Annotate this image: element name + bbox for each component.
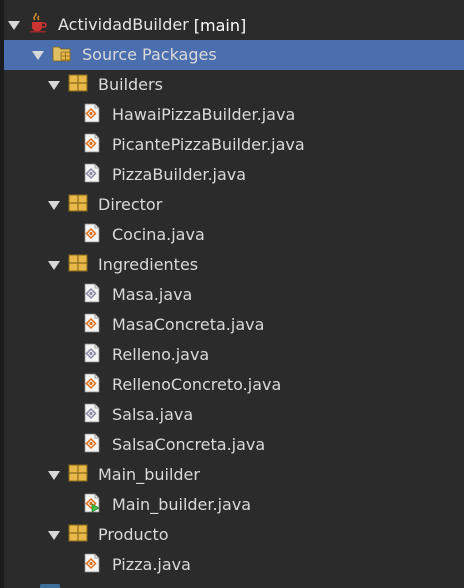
file-label: Relleno.java bbox=[112, 345, 210, 364]
package-node[interactable]: Director bbox=[4, 190, 464, 220]
file-node[interactable]: Relleno.java bbox=[4, 340, 464, 370]
panel-top-edge bbox=[4, 0, 464, 10]
java-interface-icon bbox=[82, 403, 102, 427]
file-label: Pizza.java bbox=[112, 555, 191, 574]
package-icon bbox=[68, 193, 88, 217]
package-label: Builders bbox=[98, 75, 163, 94]
java-class-icon bbox=[82, 133, 102, 157]
file-label: SalsaConcreta.java bbox=[112, 435, 266, 454]
file-node[interactable]: HawaiPizzaBuilder.java bbox=[4, 100, 464, 130]
file-label: PizzaBuilder.java bbox=[112, 165, 247, 184]
package-node[interactable]: Main_builder bbox=[4, 460, 464, 490]
java-interface-icon bbox=[82, 283, 102, 307]
package-node[interactable]: Builders bbox=[4, 70, 464, 100]
file-label: Main_builder.java bbox=[112, 495, 252, 514]
package-label: Director bbox=[98, 195, 163, 214]
expand-toggle-icon[interactable] bbox=[48, 260, 60, 270]
expand-toggle-icon[interactable] bbox=[48, 80, 60, 90]
project-name: ActividadBuilder bbox=[58, 15, 189, 34]
file-label: MasaConcreta.java bbox=[112, 315, 265, 334]
file-label: HawaiPizzaBuilder.java bbox=[112, 105, 296, 124]
java-interface-icon bbox=[82, 163, 102, 187]
expand-toggle-icon[interactable] bbox=[48, 470, 60, 480]
file-label: Cocina.java bbox=[112, 225, 205, 244]
java-class-icon bbox=[82, 553, 102, 577]
file-node[interactable]: PicantePizzaBuilder.java bbox=[4, 130, 464, 160]
project-node[interactable]: ActividadBuilder [main] bbox=[4, 10, 464, 40]
java-class-icon bbox=[82, 433, 102, 457]
package-icon bbox=[68, 523, 88, 547]
expand-toggle-icon[interactable] bbox=[8, 20, 20, 30]
java-class-icon bbox=[82, 313, 102, 337]
package-icon bbox=[68, 253, 88, 277]
file-node[interactable]: Main_builder.java bbox=[4, 490, 464, 520]
file-node[interactable]: RellenoConcreto.java bbox=[4, 370, 464, 400]
source-packages-label: Source Packages bbox=[82, 45, 217, 64]
next-node-icon-hint bbox=[40, 584, 60, 588]
file-node[interactable]: Cocina.java bbox=[4, 220, 464, 250]
file-node[interactable]: Masa.java bbox=[4, 280, 464, 310]
package-icon bbox=[68, 463, 88, 487]
project-tree-panel: ActividadBuilder [main] Source Packages Bui… bbox=[0, 0, 464, 588]
expand-toggle-icon[interactable] bbox=[48, 530, 60, 540]
expand-toggle-icon[interactable] bbox=[32, 50, 44, 60]
package-node[interactable]: Ingredientes bbox=[4, 250, 464, 280]
package-node[interactable]: Producto bbox=[4, 520, 464, 550]
java-main-class-icon bbox=[82, 493, 102, 517]
java-coffee-cup-icon bbox=[28, 11, 48, 37]
source-packages-node[interactable]: Source Packages bbox=[4, 40, 464, 70]
package-label: Main_builder bbox=[98, 465, 200, 484]
package-label: Producto bbox=[98, 525, 169, 544]
file-node[interactable]: MasaConcreta.java bbox=[4, 310, 464, 340]
java-class-icon bbox=[82, 373, 102, 397]
package-icon bbox=[68, 73, 88, 97]
file-label: PicantePizzaBuilder.java bbox=[112, 135, 305, 154]
file-label: Masa.java bbox=[112, 285, 193, 304]
package-label: Ingredientes bbox=[98, 255, 199, 274]
source-packages-folder-icon bbox=[52, 43, 72, 67]
git-branch-label: [main] bbox=[193, 15, 247, 35]
java-interface-icon bbox=[82, 343, 102, 367]
java-class-icon bbox=[82, 223, 102, 247]
file-node[interactable]: Salsa.java bbox=[4, 400, 464, 430]
file-label: RellenoConcreto.java bbox=[112, 375, 282, 394]
file-label: Salsa.java bbox=[112, 405, 194, 424]
file-node[interactable]: PizzaBuilder.java bbox=[4, 160, 464, 190]
file-node[interactable]: Pizza.java bbox=[4, 550, 464, 580]
expand-toggle-icon[interactable] bbox=[48, 200, 60, 210]
file-node[interactable]: SalsaConcreta.java bbox=[4, 430, 464, 460]
java-class-icon bbox=[82, 103, 102, 127]
